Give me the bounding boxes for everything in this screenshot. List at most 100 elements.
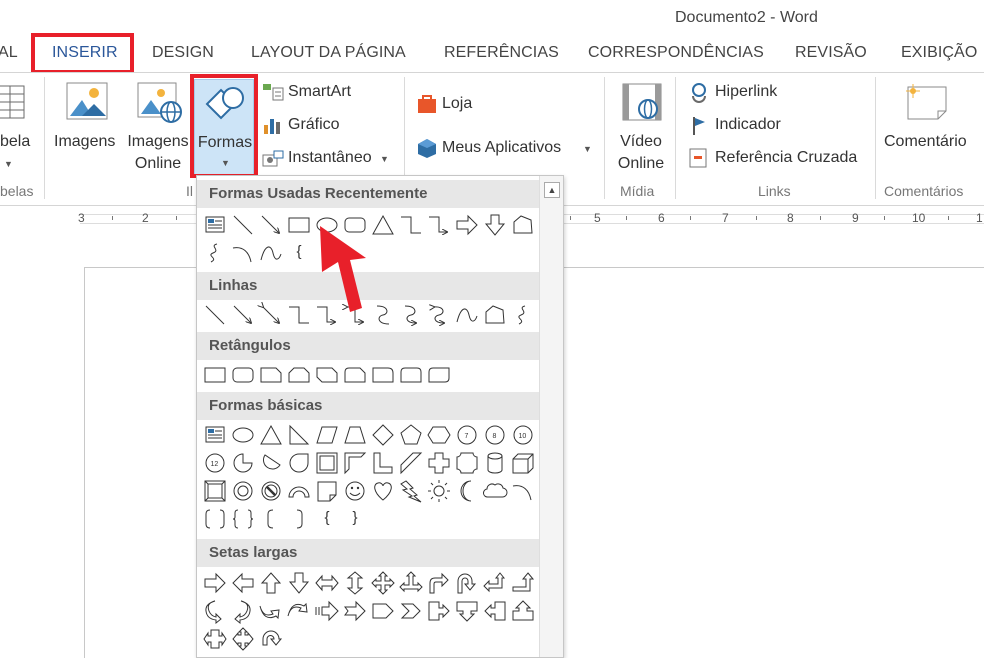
online-pictures-icon[interactable] xyxy=(137,82,183,124)
chord-shape-icon[interactable] xyxy=(257,450,285,476)
left-bracket-shape-icon[interactable] xyxy=(257,506,285,532)
arc-shape-icon[interactable] xyxy=(229,240,257,266)
shapes-scrollbar[interactable]: ▲ xyxy=(539,176,563,657)
dodecagon-shape-icon[interactable]: 12 xyxy=(201,450,229,476)
chevron-shape-icon[interactable] xyxy=(397,598,425,624)
curved-down-arrow-shape-icon[interactable] xyxy=(285,598,313,624)
line-shape-icon[interactable] xyxy=(229,212,257,238)
left-arrow-shape-icon[interactable] xyxy=(229,570,257,596)
double-arrow-line-shape-icon[interactable] xyxy=(257,302,285,328)
right-arrow-shape-icon[interactable] xyxy=(201,570,229,596)
curved-up-arrow-shape-icon[interactable] xyxy=(257,598,285,624)
triangle-shape-icon[interactable] xyxy=(257,422,285,448)
down-arrow-shape-icon[interactable] xyxy=(481,212,509,238)
arrow-line-shape-icon[interactable] xyxy=(257,212,285,238)
right-arrow-shape-icon[interactable] xyxy=(453,212,481,238)
tab-revisao[interactable]: REVISÃO xyxy=(795,44,867,62)
elbow-connector-shape-icon[interactable] xyxy=(285,302,313,328)
elbow-arrow-connector-shape-icon[interactable] xyxy=(425,212,453,238)
rectangle-shape-icon[interactable] xyxy=(285,212,313,238)
down-arrow-shape-icon[interactable] xyxy=(285,570,313,596)
text-box-shape-icon[interactable] xyxy=(201,212,229,238)
notched-right-arrow-shape-icon[interactable] xyxy=(341,598,369,624)
text-box-shape-icon[interactable] xyxy=(201,422,229,448)
right-brace-shape-icon[interactable]: } xyxy=(341,506,369,532)
octagon-shape-icon[interactable]: 8 xyxy=(481,422,509,448)
table-icon[interactable] xyxy=(0,85,26,121)
block-arc-shape-icon[interactable] xyxy=(285,478,313,504)
video-online-button[interactable]: Vídeo Online xyxy=(614,131,668,175)
moon-shape-icon[interactable] xyxy=(453,478,481,504)
round-single-corner-rectangle-shape-icon[interactable] xyxy=(369,362,397,388)
folded-corner-shape-icon[interactable] xyxy=(313,478,341,504)
picture-icon[interactable] xyxy=(66,82,110,122)
up-down-arrow-shape-icon[interactable] xyxy=(341,570,369,596)
quad-arrow-shape-icon[interactable] xyxy=(369,570,397,596)
hexagon-shape-icon[interactable] xyxy=(425,422,453,448)
teardrop-shape-icon[interactable] xyxy=(285,450,313,476)
comment-icon[interactable] xyxy=(904,83,950,123)
left-right-up-arrow-shape-icon[interactable] xyxy=(397,570,425,596)
smartart-button[interactable]: SmartArt xyxy=(288,83,351,101)
snip-same-side-rectangle-shape-icon[interactable] xyxy=(285,362,313,388)
referencia-cruzada-button[interactable]: Referência Cruzada xyxy=(715,149,857,167)
trapezoid-shape-icon[interactable] xyxy=(341,422,369,448)
circular-arrow-shape-icon[interactable] xyxy=(257,626,285,652)
right-arrow-callout-shape-icon[interactable] xyxy=(425,598,453,624)
frame-shape-icon[interactable] xyxy=(313,450,341,476)
decagon-shape-icon[interactable]: 10 xyxy=(509,422,537,448)
elbow-connector-shape-icon[interactable] xyxy=(397,212,425,238)
comentario-button[interactable]: Comentário xyxy=(884,131,967,153)
snip-round-rectangle-shape-icon[interactable] xyxy=(341,362,369,388)
imagens-online-button[interactable]: Imagens Online xyxy=(126,131,190,175)
arrow-line-shape-icon[interactable] xyxy=(229,302,257,328)
freeform-shape-icon[interactable] xyxy=(509,212,537,238)
curved-double-arrow-shape-icon[interactable] xyxy=(425,302,453,328)
instantaneo-dropdown-caret[interactable]: ▼ xyxy=(380,154,389,164)
bevel-shape-icon[interactable] xyxy=(201,478,229,504)
quad-arrow-callout-shape-icon[interactable] xyxy=(229,626,257,652)
loja-button[interactable]: Loja xyxy=(442,95,472,113)
double-bracket-shape-icon[interactable] xyxy=(201,506,229,532)
curve-shape-icon[interactable] xyxy=(257,240,285,266)
left-right-arrow-callout-shape-icon[interactable] xyxy=(201,626,229,652)
left-arrow-callout-shape-icon[interactable] xyxy=(481,598,509,624)
meus-aplicativos-button[interactable]: Meus Aplicativos xyxy=(442,139,561,157)
diamond-shape-icon[interactable] xyxy=(369,422,397,448)
tabela-label[interactable]: bela xyxy=(0,131,30,153)
bent-up-arrow-shape-icon[interactable] xyxy=(509,570,537,596)
tab-exibicao[interactable]: EXIBIÇÃO xyxy=(901,44,977,62)
snip-diagonal-rectangle-shape-icon[interactable] xyxy=(313,362,341,388)
scroll-up-button[interactable]: ▲ xyxy=(544,182,560,198)
round-same-side-rectangle-shape-icon[interactable] xyxy=(397,362,425,388)
donut-shape-icon[interactable] xyxy=(229,478,257,504)
oval-shape-icon[interactable] xyxy=(229,422,257,448)
up-arrow-shape-icon[interactable] xyxy=(257,570,285,596)
striped-right-arrow-shape-icon[interactable] xyxy=(313,598,341,624)
imagens-button[interactable]: Imagens xyxy=(54,131,115,153)
bent-arrow-shape-icon[interactable] xyxy=(425,570,453,596)
pentagon-arrow-shape-icon[interactable] xyxy=(369,598,397,624)
pie-shape-icon[interactable] xyxy=(229,450,257,476)
rounded-rectangle-shape-icon[interactable] xyxy=(229,362,257,388)
meus-aplicativos-caret[interactable]: ▼ xyxy=(583,144,592,154)
tab-design[interactable]: DESIGN xyxy=(152,44,214,62)
half-frame-shape-icon[interactable] xyxy=(341,450,369,476)
plus-shape-icon[interactable] xyxy=(425,450,453,476)
scribble-shape-icon[interactable] xyxy=(201,240,229,266)
grafico-button[interactable]: Gráfico xyxy=(288,116,340,134)
instantaneo-button[interactable]: Instantâneo xyxy=(288,149,372,167)
video-icon[interactable] xyxy=(622,83,664,123)
curve-shape-icon[interactable] xyxy=(453,302,481,328)
can-shape-icon[interactable] xyxy=(481,450,509,476)
u-turn-arrow-shape-icon[interactable] xyxy=(453,570,481,596)
left-brace-shape-icon[interactable]: { xyxy=(313,506,341,532)
tab-referencias[interactable]: REFERÊNCIAS xyxy=(444,44,559,62)
arc-shape-icon[interactable] xyxy=(509,478,537,504)
lightning-bolt-shape-icon[interactable] xyxy=(397,478,425,504)
curved-right-arrow-shape-icon[interactable] xyxy=(201,598,229,624)
down-arrow-callout-shape-icon[interactable] xyxy=(453,598,481,624)
hiperlink-button[interactable]: Hiperlink xyxy=(715,83,777,101)
tab-correspondencias[interactable]: CORRESPONDÊNCIAS xyxy=(588,44,764,62)
curved-arrow-connector-shape-icon[interactable] xyxy=(397,302,425,328)
